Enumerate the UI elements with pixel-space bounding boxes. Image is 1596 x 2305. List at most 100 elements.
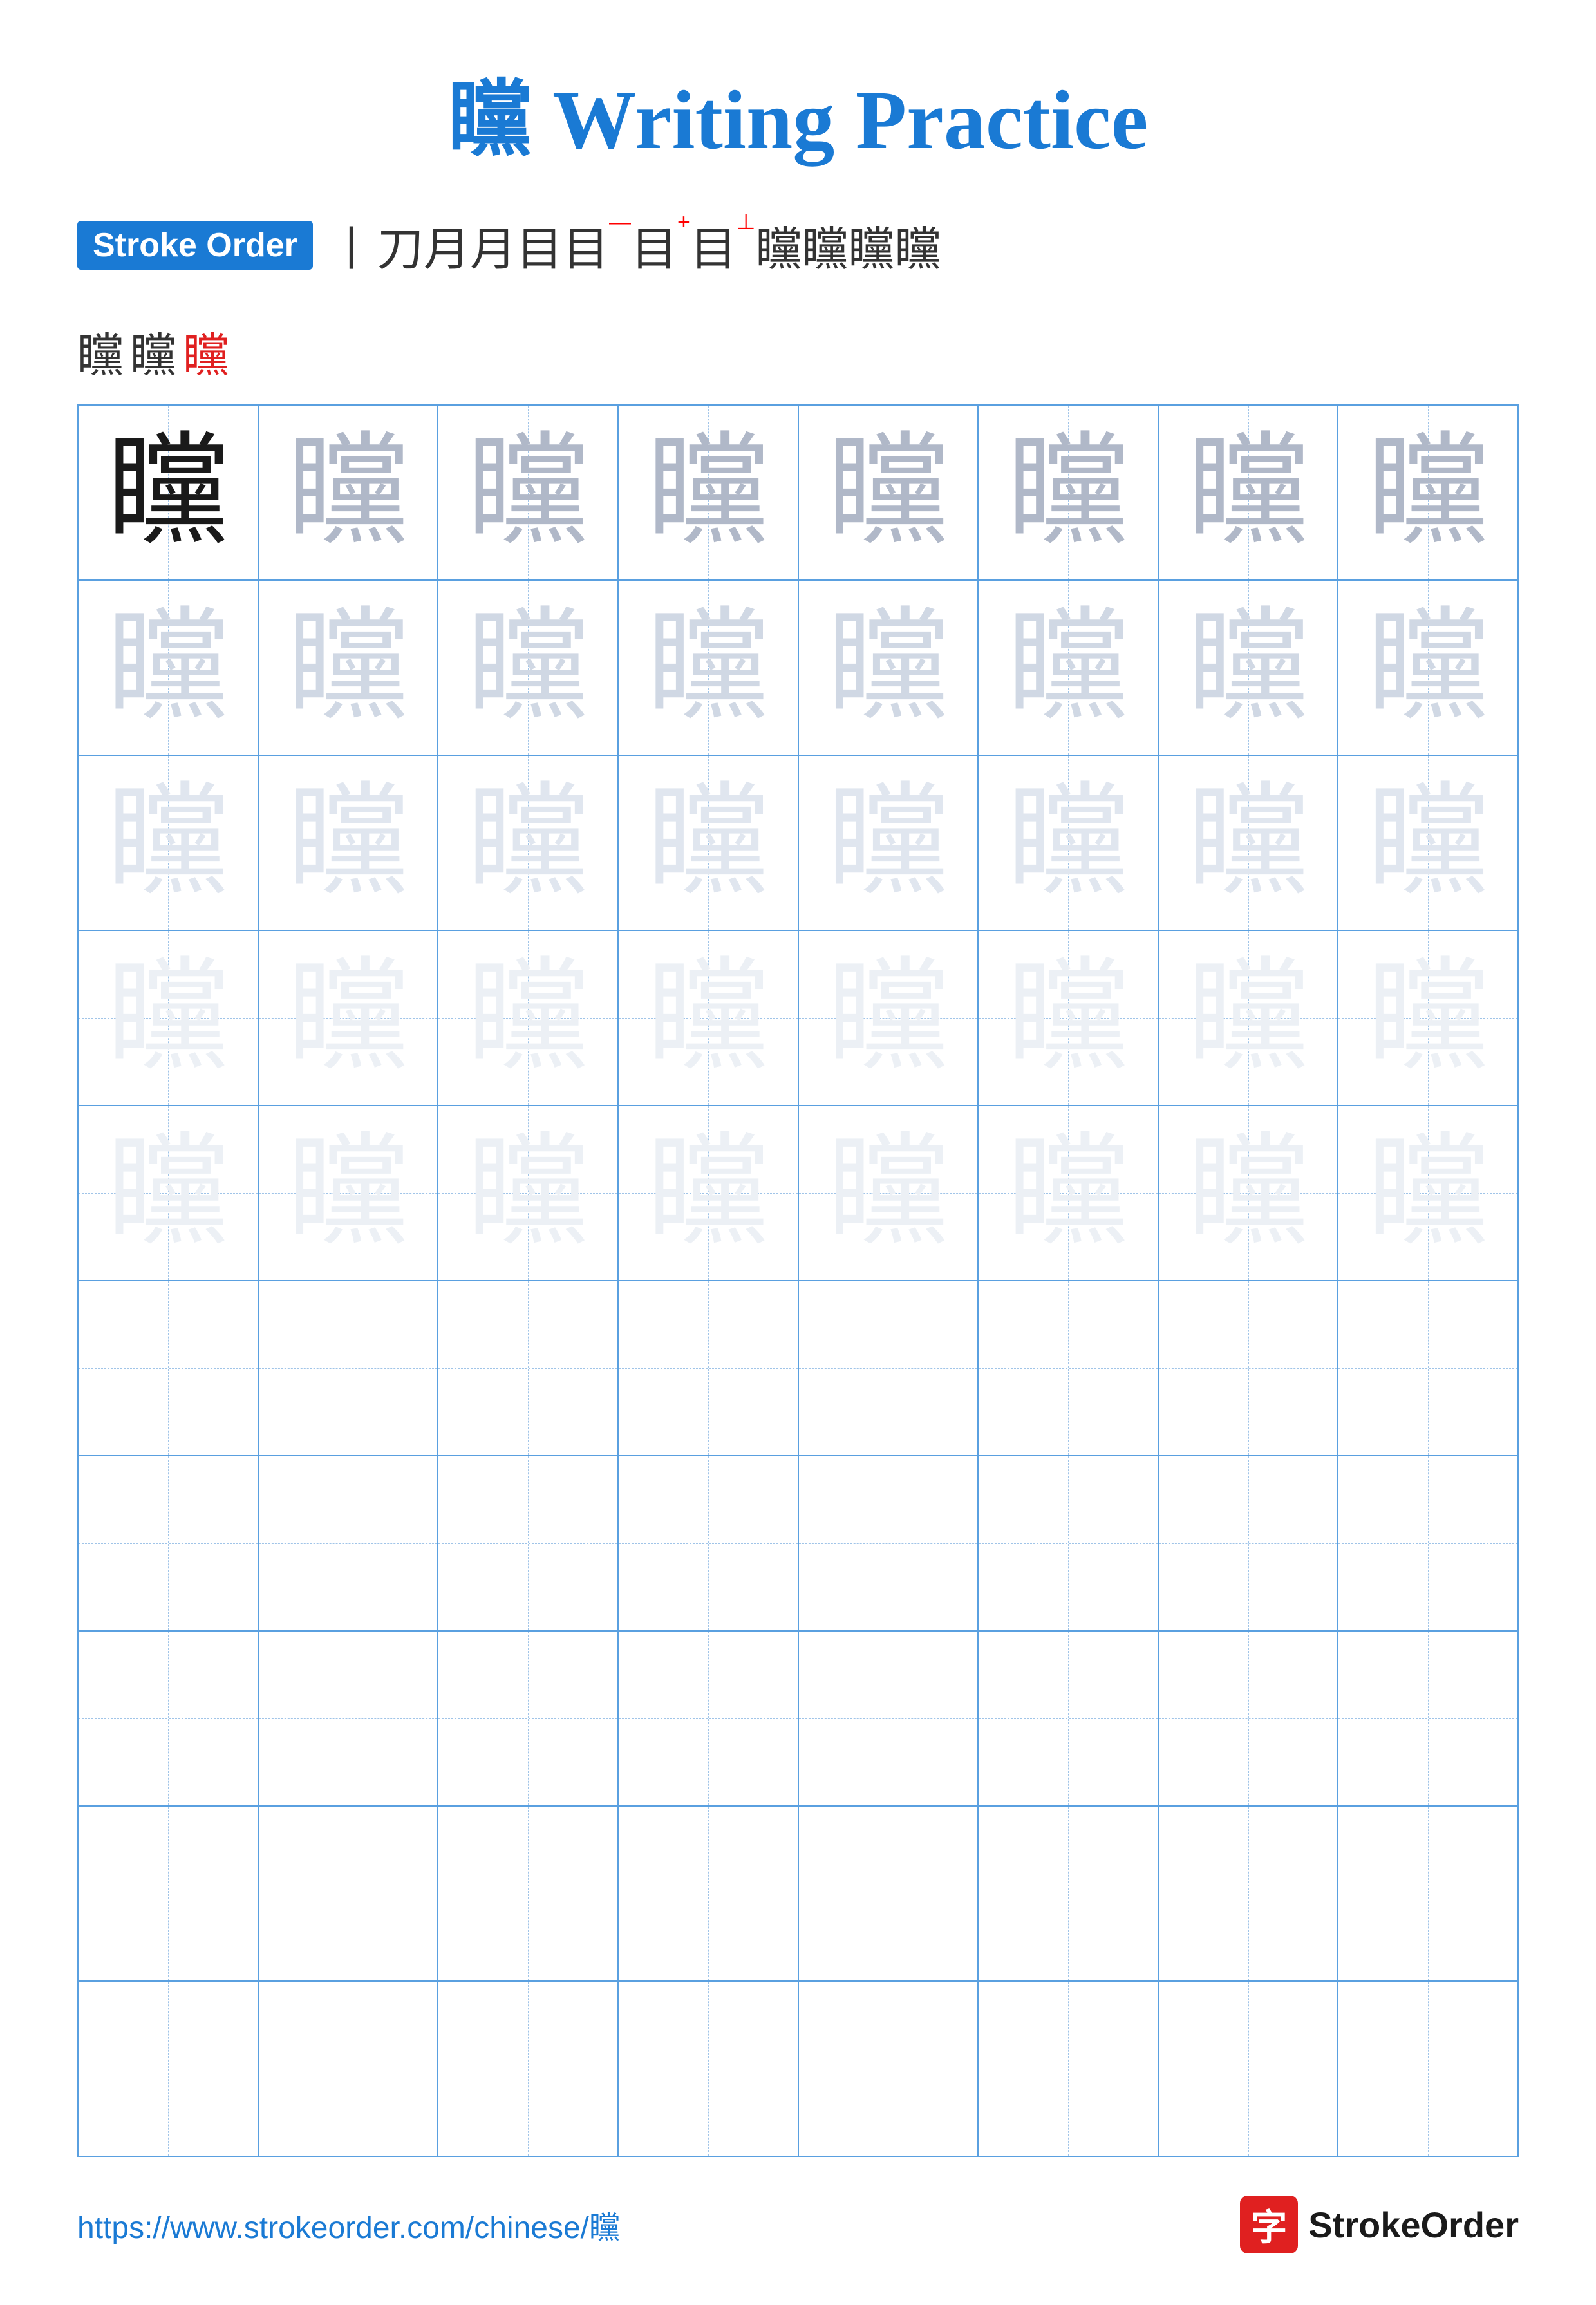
grid-cell-7-6[interactable] [979, 1456, 1159, 1630]
grid-cell-2-7[interactable]: 矘 [1159, 581, 1339, 755]
grid-cell-9-4[interactable] [619, 1807, 799, 1980]
char-3-5: 矘 [827, 782, 949, 904]
so-item-6: 目— [563, 211, 631, 279]
grid-cell-8-1[interactable] [79, 1632, 259, 1805]
grid-cell-6-6[interactable] [979, 1281, 1159, 1455]
char-2-1: 矘 [107, 607, 229, 729]
so-item-10: 矘 [802, 211, 849, 279]
grid-cell-9-8[interactable] [1338, 1807, 1517, 1980]
char-5-7: 矘 [1187, 1132, 1310, 1254]
grid-cell-3-5[interactable]: 矘 [799, 756, 979, 930]
grid-cell-6-7[interactable] [1159, 1281, 1339, 1455]
grid-cell-9-6[interactable] [979, 1807, 1159, 1980]
grid-cell-3-8[interactable]: 矘 [1338, 756, 1517, 930]
logo-text: StrokeOrder [1308, 2204, 1519, 2246]
grid-cell-1-7[interactable]: 矘 [1159, 406, 1339, 579]
grid-cell-9-7[interactable] [1159, 1807, 1339, 1980]
footer-url[interactable]: https://www.strokeorder.com/chinese/矘 [77, 2202, 620, 2247]
grid-cell-3-1[interactable]: 矘 [79, 756, 259, 930]
grid-cell-8-6[interactable] [979, 1632, 1159, 1805]
grid-cell-8-5[interactable] [799, 1632, 979, 1805]
grid-cell-9-1[interactable] [79, 1807, 259, 1980]
grid-cell-4-4[interactable]: 矘 [619, 931, 799, 1105]
grid-cell-2-4[interactable]: 矘 [619, 581, 799, 755]
grid-cell-6-5[interactable] [799, 1281, 979, 1455]
char-4-8: 矘 [1367, 957, 1489, 1079]
grid-cell-7-4[interactable] [619, 1456, 799, 1630]
grid-cell-9-2[interactable] [259, 1807, 439, 1980]
char-1-8: 矘 [1367, 431, 1489, 554]
grid-cell-1-4[interactable]: 矘 [619, 406, 799, 579]
so-char-5: 目 [516, 211, 563, 279]
grid-cell-10-8[interactable] [1338, 1982, 1517, 2156]
grid-cell-1-6[interactable]: 矘 [979, 406, 1159, 579]
grid-cell-6-2[interactable] [259, 1281, 439, 1455]
grid-cell-1-3[interactable]: 矘 [438, 406, 619, 579]
grid-cell-6-8[interactable] [1338, 1281, 1517, 1455]
grid-cell-3-3[interactable]: 矘 [438, 756, 619, 930]
grid-cell-2-3[interactable]: 矘 [438, 581, 619, 755]
grid-cell-7-8[interactable] [1338, 1456, 1517, 1630]
grid-cell-4-8[interactable]: 矘 [1338, 931, 1517, 1105]
grid-cell-10-4[interactable] [619, 1982, 799, 2156]
grid-cell-2-5[interactable]: 矘 [799, 581, 979, 755]
grid-cell-1-1[interactable]: 矘 [79, 406, 259, 579]
grid-cell-5-6[interactable]: 矘 [979, 1106, 1159, 1280]
char-4-1: 矘 [107, 957, 229, 1079]
grid-cell-7-3[interactable] [438, 1456, 619, 1630]
char-5-1: 矘 [107, 1132, 229, 1254]
grid-cell-5-1[interactable]: 矘 [79, 1106, 259, 1280]
char-1-3: 矘 [467, 431, 589, 554]
grid-row-1: 矘 矘 矘 矘 矘 矘 矘 矘 [79, 406, 1517, 581]
grid-cell-3-7[interactable]: 矘 [1159, 756, 1339, 930]
grid-row-4: 矘 矘 矘 矘 矘 矘 矘 矘 [79, 931, 1517, 1106]
grid-cell-4-1[interactable]: 矘 [79, 931, 259, 1105]
grid-cell-9-3[interactable] [438, 1807, 619, 1980]
grid-cell-4-2[interactable]: 矘 [259, 931, 439, 1105]
grid-cell-10-5[interactable] [799, 1982, 979, 2156]
grid-cell-2-2[interactable]: 矘 [259, 581, 439, 755]
grid-cell-5-7[interactable]: 矘 [1159, 1106, 1339, 1280]
grid-cell-3-4[interactable]: 矘 [619, 756, 799, 930]
grid-cell-7-1[interactable] [79, 1456, 259, 1630]
grid-cell-10-7[interactable] [1159, 1982, 1339, 2156]
grid-cell-4-6[interactable]: 矘 [979, 931, 1159, 1105]
grid-cell-7-7[interactable] [1159, 1456, 1339, 1630]
grid-cell-3-6[interactable]: 矘 [979, 756, 1159, 930]
grid-cell-9-5[interactable] [799, 1807, 979, 1980]
grid-cell-10-6[interactable] [979, 1982, 1159, 2156]
grid-cell-2-1[interactable]: 矘 [79, 581, 259, 755]
grid-cell-5-3[interactable]: 矘 [438, 1106, 619, 1280]
grid-cell-5-2[interactable]: 矘 [259, 1106, 439, 1280]
grid-cell-7-2[interactable] [259, 1456, 439, 1630]
grid-cell-5-5[interactable]: 矘 [799, 1106, 979, 1280]
grid-cell-2-6[interactable]: 矘 [979, 581, 1159, 755]
grid-cell-4-3[interactable]: 矘 [438, 931, 619, 1105]
grid-cell-6-4[interactable] [619, 1281, 799, 1455]
grid-cell-6-1[interactable] [79, 1281, 259, 1455]
grid-cell-8-4[interactable] [619, 1632, 799, 1805]
grid-cell-5-8[interactable]: 矘 [1338, 1106, 1517, 1280]
grid-cell-4-5[interactable]: 矘 [799, 931, 979, 1105]
grid-cell-10-1[interactable] [79, 1982, 259, 2156]
grid-cell-8-7[interactable] [1159, 1632, 1339, 1805]
grid-cell-1-8[interactable]: 矘 [1338, 406, 1517, 579]
so-char-3: 月 [424, 211, 470, 279]
char-1-1: 矘 [107, 431, 229, 554]
grid-cell-1-5[interactable]: 矘 [799, 406, 979, 579]
grid-cell-10-2[interactable] [259, 1982, 439, 2156]
char-1-5: 矘 [827, 431, 949, 554]
grid-cell-6-3[interactable] [438, 1281, 619, 1455]
grid-cell-2-8[interactable]: 矘 [1338, 581, 1517, 755]
grid-cell-7-5[interactable] [799, 1456, 979, 1630]
char-2-6: 矘 [1007, 607, 1129, 729]
grid-cell-8-8[interactable] [1338, 1632, 1517, 1805]
grid-cell-3-2[interactable]: 矘 [259, 756, 439, 930]
grid-cell-8-3[interactable] [438, 1632, 619, 1805]
grid-cell-5-4[interactable]: 矘 [619, 1106, 799, 1280]
grid-cell-8-2[interactable] [259, 1632, 439, 1805]
grid-cell-4-7[interactable]: 矘 [1159, 931, 1339, 1105]
grid-cell-1-2[interactable]: 矘 [259, 406, 439, 579]
grid-cell-10-3[interactable] [438, 1982, 619, 2156]
logo-char: 字 [1251, 2199, 1287, 2251]
